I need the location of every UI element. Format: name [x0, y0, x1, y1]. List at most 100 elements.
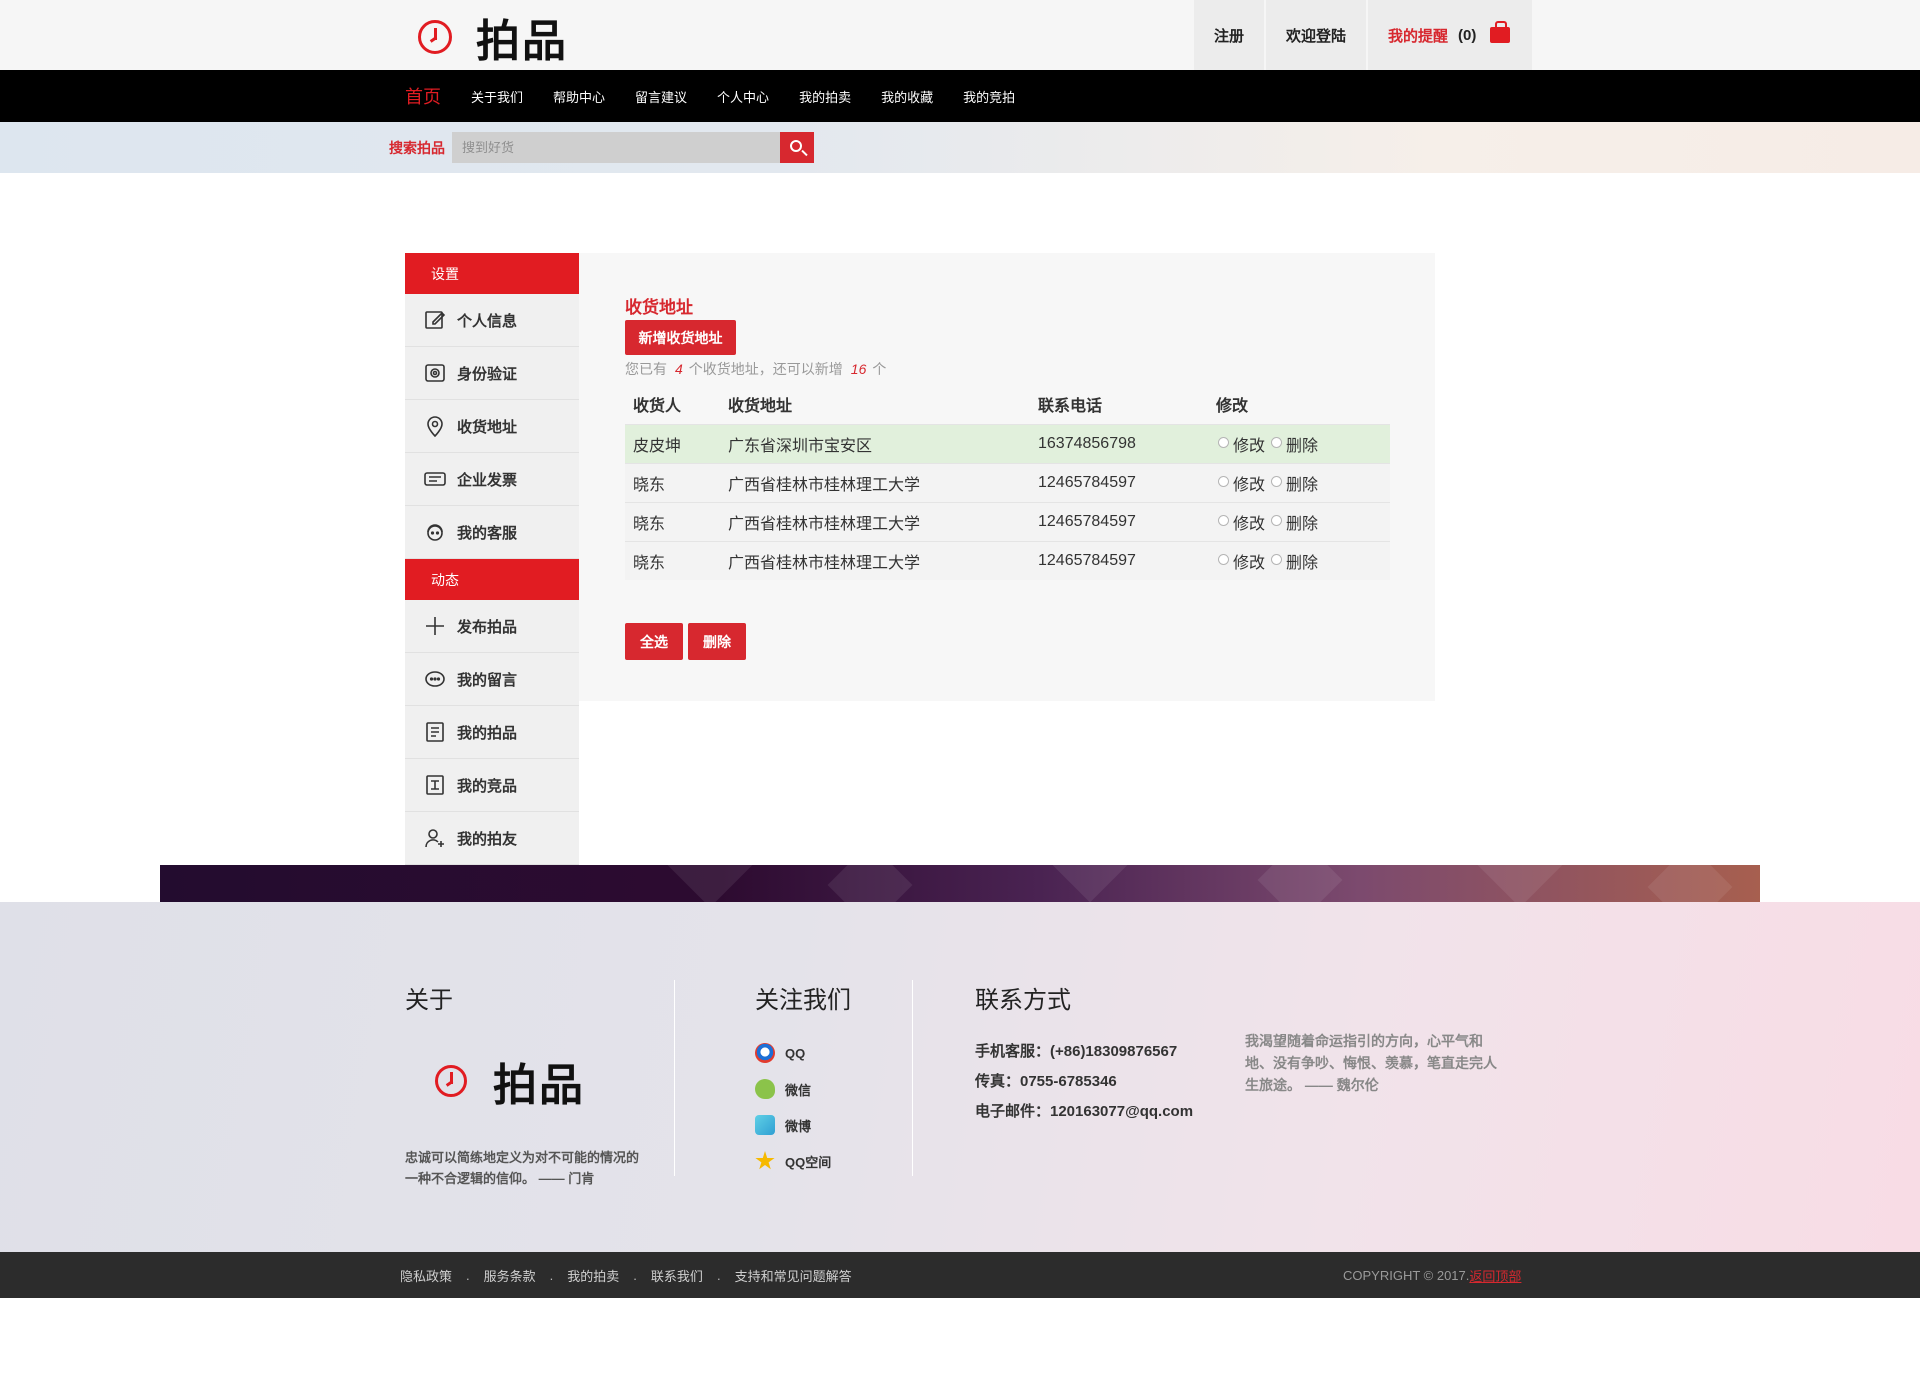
edit-label[interactable]: 修改	[1233, 555, 1265, 572]
delete-label[interactable]: 删除	[1286, 438, 1318, 455]
reminders-label: 我的提醒	[1388, 27, 1449, 45]
nav-home[interactable]: 首页	[405, 83, 441, 109]
select-all-button[interactable]: 全选	[625, 623, 683, 660]
site-logo[interactable]: 拍品	[418, 12, 568, 66]
nav-my-bids[interactable]: 我的竞拍	[963, 87, 1015, 106]
edit-label[interactable]: 修改	[1233, 516, 1265, 533]
search-input[interactable]	[452, 132, 780, 163]
nav-about[interactable]: 关于我们	[471, 87, 523, 106]
my-reminders-link[interactable]: 我的提醒 (0)	[1366, 0, 1533, 70]
delete-selected-button[interactable]: 删除	[688, 623, 746, 660]
bid-item-icon	[423, 773, 447, 797]
search-label: 搜索拍品	[389, 140, 445, 156]
sidebar-item-publish[interactable]: 发布拍品	[405, 600, 579, 653]
sidebar: 设置 个人信息 身份验证 收货地址 企业发票 我的客服 动态 发布拍品 我的留言…	[405, 253, 579, 865]
table-row[interactable]: 皮皮坤 广东省深圳市宝安区 16374856798 修改 删除	[625, 423, 1390, 463]
logo-text: 拍品	[476, 17, 568, 66]
edit-radio[interactable]	[1218, 515, 1229, 526]
link-separator: .	[549, 1267, 554, 1283]
sidebar-item-label: 我的拍友	[457, 830, 518, 848]
edit-radio[interactable]	[1218, 476, 1229, 487]
table-row[interactable]: 晓东 广西省桂林市桂林理工大学 12465784597 修改 删除	[625, 501, 1390, 541]
follow-qq[interactable]: QQ	[755, 1035, 851, 1071]
edit-radio[interactable]	[1218, 554, 1229, 566]
recipient-address: 广西省桂林市桂林理工大学	[720, 540, 1030, 580]
login-link[interactable]: 欢迎登陆	[1264, 0, 1367, 70]
follow-weibo[interactable]: 微博	[755, 1107, 851, 1143]
clock-icon	[418, 20, 452, 54]
sidebar-item-customer-service[interactable]: 我的客服	[405, 506, 579, 559]
recipient-name: 晓东	[625, 540, 720, 580]
sidebar-item-my-competing[interactable]: 我的竞品	[405, 759, 579, 812]
sidebar-item-label: 身份验证	[457, 365, 518, 383]
edit-label[interactable]: 修改	[1233, 438, 1265, 455]
edit-icon	[423, 308, 447, 332]
contact-link[interactable]: 联系我们	[651, 1266, 703, 1285]
qq-icon	[755, 1043, 775, 1063]
follow-label: 微博	[785, 1118, 812, 1134]
recipient-address: 广东省深圳市宝安区	[720, 423, 1030, 463]
decorative-band	[160, 865, 1760, 902]
nav-my-favorites[interactable]: 我的收藏	[881, 87, 933, 106]
delete-radio[interactable]	[1271, 515, 1283, 526]
register-link[interactable]: 注册	[1192, 0, 1265, 70]
address-count-hint: 您已有 4 个收货地址，还可以新增 16 个	[625, 359, 886, 379]
nav-my-auctions[interactable]: 我的拍卖	[799, 87, 851, 106]
sidebar-item-messages[interactable]: 我的留言	[405, 653, 579, 706]
footer-logo-text: 拍品	[493, 1061, 585, 1110]
table-row[interactable]: 晓东 广西省桂林市桂林理工大学 12465784597 修改 删除	[625, 462, 1390, 502]
column-header: 修改	[1216, 397, 1249, 415]
delete-radio[interactable]	[1271, 476, 1283, 487]
faq-link[interactable]: 支持和常见问题解答	[735, 1266, 852, 1285]
follow-wechat[interactable]: 微信	[755, 1071, 851, 1107]
footer-contact: 联系方式 手机客服：(+86)18309876567 传真：0755-67853…	[975, 980, 1193, 1127]
sidebar-item-my-friends[interactable]: 我的拍友	[405, 812, 579, 865]
nav-personal-center[interactable]: 个人中心	[717, 87, 769, 106]
nav-feedback[interactable]: 留言建议	[635, 87, 687, 106]
search-button[interactable]	[780, 132, 814, 163]
delete-label[interactable]: 删除	[1286, 516, 1318, 533]
delete-radio[interactable]	[1271, 554, 1283, 566]
back-to-top-link[interactable]: 返回顶部	[1469, 1266, 1521, 1285]
sidebar-item-invoice[interactable]: 企业发票	[405, 453, 579, 506]
contact-email[interactable]: 电子邮件：120163077@qq.com	[975, 1097, 1193, 1127]
delete-label[interactable]: 删除	[1286, 477, 1318, 494]
qzone-icon	[755, 1151, 775, 1170]
terms-link[interactable]: 服务条款	[484, 1266, 536, 1285]
column-header: 联系电话	[1038, 397, 1103, 415]
sidebar-item-address[interactable]: 收货地址	[405, 400, 579, 453]
plus-icon	[423, 614, 447, 638]
link-separator: .	[633, 1267, 637, 1283]
customer-service-icon	[423, 520, 447, 544]
page-title: 收货地址	[625, 298, 693, 317]
add-address-button[interactable]: 新增收货地址	[625, 320, 736, 355]
table-row[interactable]: 晓东 广西省桂林市桂林理工大学 12465784597 修改 删除	[625, 540, 1390, 580]
sidebar-item-my-items[interactable]: 我的拍品	[405, 706, 579, 759]
search-bar: 搜索拍品	[0, 122, 1920, 173]
quote-line: 忠诚可以简练地定义为对不可能的情况的	[405, 1150, 640, 1165]
sidebar-item-personal-info[interactable]: 个人信息	[405, 294, 579, 347]
recipient-phone: 12465784597	[1030, 501, 1208, 541]
edit-label[interactable]: 修改	[1233, 477, 1265, 494]
copyright: COPYRIGHT © 2017. 返回顶部	[1343, 1252, 1521, 1298]
delete-label[interactable]: 删除	[1286, 555, 1318, 572]
nav-help[interactable]: 帮助中心	[553, 87, 605, 106]
footer-about-heading: 关于	[405, 987, 453, 1014]
follow-label: 微信	[785, 1082, 812, 1098]
bottom-links: 隐私政策 . 服务条款 . 我的拍卖 . 联系我们 . 支持和常见问题解答	[400, 1252, 852, 1298]
bottom-bar: 隐私政策 . 服务条款 . 我的拍卖 . 联系我们 . 支持和常见问题解答 CO…	[0, 1252, 1920, 1298]
sidebar-item-identity[interactable]: 身份验证	[405, 347, 579, 400]
edit-radio[interactable]	[1218, 437, 1229, 448]
hint-mid: 个收货地址，还可以新增	[688, 361, 843, 377]
follow-qzone[interactable]: QQ空间	[755, 1143, 851, 1179]
hint-prefix: 您已有	[625, 361, 667, 377]
delete-radio[interactable]	[1271, 437, 1283, 448]
row-actions: 修改 删除	[1208, 423, 1390, 463]
recipient-name: 晓东	[625, 501, 720, 541]
hint-remaining: 16	[850, 361, 867, 377]
chat-bubble-icon	[423, 667, 447, 691]
privacy-link[interactable]: 隐私政策	[400, 1266, 452, 1285]
footer-quote: 忠诚可以简练地定义为对不可能的情况的 一种不合逻辑的信仰。 —— 门肯	[405, 1147, 655, 1189]
my-auctions-link[interactable]: 我的拍卖	[567, 1266, 619, 1285]
contact-fax: 传真：0755-6785346	[975, 1073, 1117, 1090]
